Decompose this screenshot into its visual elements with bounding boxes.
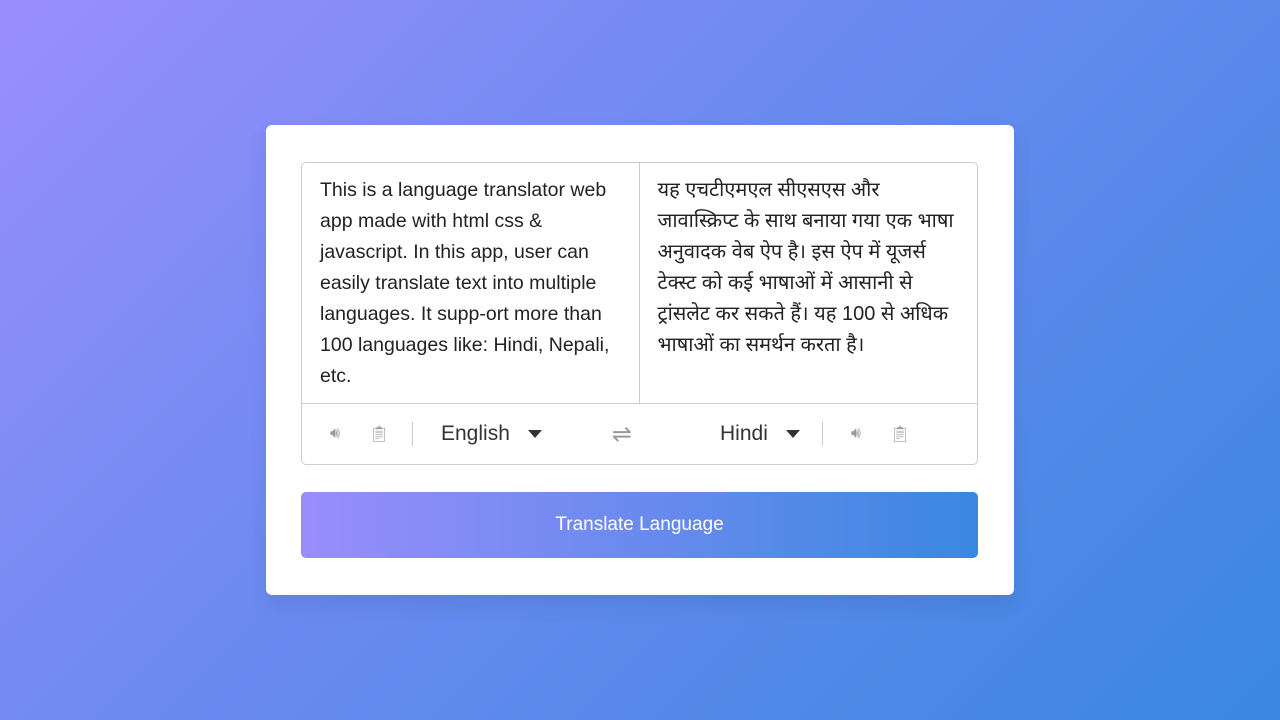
divider	[821, 422, 823, 446]
translator-card: This is a language translator web app ma…	[266, 125, 1014, 595]
chevron-down-icon	[527, 430, 542, 438]
from-language-select[interactable]: English	[441, 422, 542, 446]
from-text-input[interactable]: This is a language translator web app ma…	[302, 163, 640, 403]
translator-box: This is a language translator web app ma…	[301, 162, 978, 465]
from-language-label: English	[441, 422, 510, 445]
to-text-output[interactable]: यह एचटीएमएल सीएसएस और जावास्क्रिप्ट के स…	[640, 163, 978, 403]
from-volume-icon[interactable]: 🔊︎	[324, 425, 346, 443]
divider	[412, 422, 413, 446]
from-copy-icon[interactable]: 📋︎	[368, 424, 390, 444]
to-language-label: Hindi	[720, 422, 768, 445]
to-copy-icon[interactable]: 📋︎	[889, 424, 911, 444]
translate-button[interactable]: Translate Language	[301, 492, 978, 558]
controls-row: 🔊︎ 📋︎ English ⇌ Hindi 🔊︎ 📋︎	[302, 404, 977, 464]
exchange-icon[interactable]: ⇌	[612, 420, 632, 449]
to-language-select[interactable]: Hindi	[720, 422, 800, 446]
chevron-down-icon	[785, 430, 800, 438]
to-volume-icon[interactable]: 🔊︎	[845, 425, 867, 443]
text-area-row: This is a language translator web app ma…	[302, 163, 977, 404]
